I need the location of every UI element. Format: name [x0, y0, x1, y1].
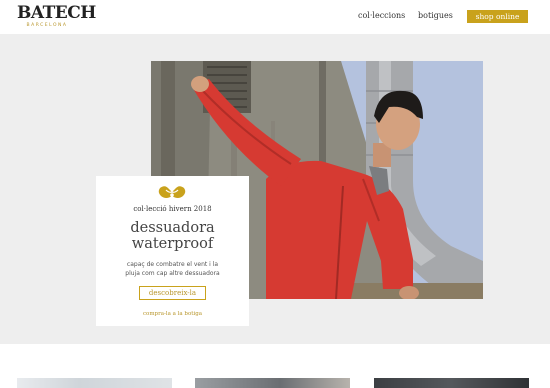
nav-collections-link[interactable]: col·leccions: [358, 11, 405, 20]
product-thumbnail[interactable]: [17, 378, 172, 388]
collection-kicker: col·lecció hivern 2018: [133, 205, 212, 213]
hero-card: col·lecció hivern 2018 dessuadora waterp…: [96, 176, 249, 326]
hero-description: capaç de combatre el vent i la pluja com…: [110, 260, 235, 278]
shop-online-button[interactable]: shop online: [467, 10, 528, 23]
hero-section: col·lecció hivern 2018 dessuadora waterp…: [0, 34, 550, 344]
logo-wordmark: BATECH: [17, 3, 96, 23]
product-thumbnail[interactable]: [374, 378, 529, 388]
logo-subtitle: BARCELONA: [26, 23, 68, 28]
discover-button[interactable]: descobreix-la: [139, 286, 206, 300]
brand-logo[interactable]: BATECH BARCELONA: [17, 3, 96, 29]
nav-stores-link[interactable]: botigues: [418, 11, 453, 20]
product-strip: [0, 344, 550, 388]
site-header: BATECH BARCELONA col·leccions botigues s…: [0, 0, 550, 34]
hero-description-line-2: pluja com cap altre dessuadora: [125, 270, 220, 277]
hero-description-line-1: capaç de combatre el vent i la: [126, 261, 219, 268]
buy-in-store-link[interactable]: compra-la a la botiga: [96, 311, 249, 317]
gold-emblem-icon: [157, 184, 187, 200]
hero-title-line-1: dessuadora: [130, 220, 215, 236]
product-thumbnail[interactable]: [195, 378, 350, 388]
hero-title: dessuadora waterproof: [96, 220, 249, 252]
hero-title-line-2: waterproof: [131, 236, 214, 252]
